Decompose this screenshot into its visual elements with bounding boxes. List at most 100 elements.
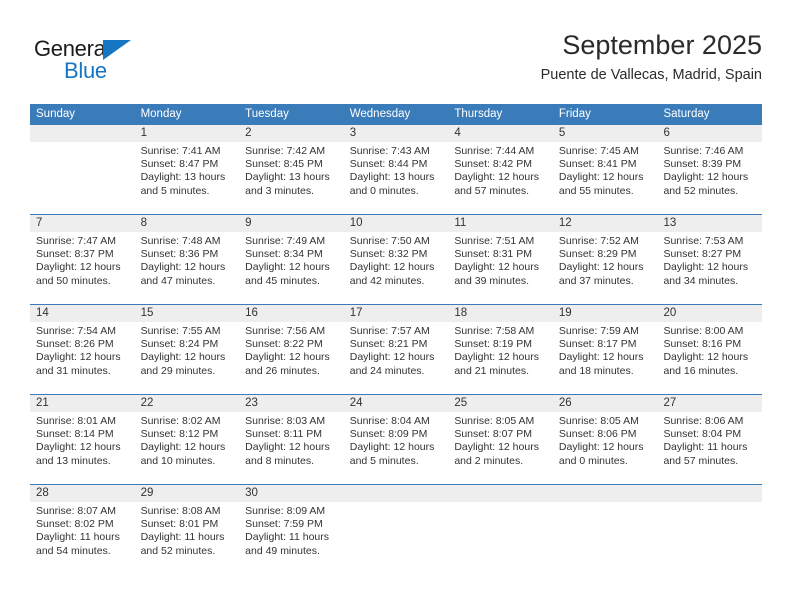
day-number: 5 <box>552 125 658 142</box>
day-details <box>30 142 135 145</box>
sunset-text: Sunset: 8:26 PM <box>36 338 114 351</box>
day-cell[interactable]: 7 Sunrise: 7:47 AM Sunset: 8:37 PM Dayli… <box>30 215 135 304</box>
sunset-text: Sunset: 8:07 PM <box>454 428 532 441</box>
sunrise-text: Sunrise: 7:50 AM <box>349 235 430 247</box>
day-cell[interactable]: 20 Sunrise: 8:00 AM Sunset: 8:16 PM Dayl… <box>657 305 763 394</box>
day-cell[interactable]: 18 Sunrise: 7:58 AM Sunset: 8:19 PM Dayl… <box>448 305 553 394</box>
day-cell[interactable] <box>552 485 658 574</box>
day-cell[interactable] <box>448 485 553 574</box>
day-cell[interactable] <box>30 125 135 214</box>
daylight-text-line2: and 26 minutes. <box>245 364 320 377</box>
daylight-text-line1: Daylight: 12 hours <box>558 261 644 274</box>
sunset-text: Sunset: 8:32 PM <box>349 248 428 261</box>
day-cell[interactable]: 24 Sunrise: 8:04 AM Sunset: 8:09 PM Dayl… <box>343 395 449 484</box>
day-number: 12 <box>552 215 658 232</box>
calendar-week-row: 14 Sunrise: 7:54 AM Sunset: 8:26 PM Dayl… <box>30 304 763 394</box>
day-details: Sunrise: 8:03 AM Sunset: 8:11 PM Dayligh… <box>239 412 344 468</box>
day-cell[interactable]: 10 Sunrise: 7:50 AM Sunset: 8:32 PM Dayl… <box>343 215 449 304</box>
general-blue-logo[interactable]: General Blue <box>34 34 184 90</box>
day-details: Sunrise: 8:08 AM Sunset: 8:01 PM Dayligh… <box>135 502 240 558</box>
day-cell[interactable] <box>343 485 449 574</box>
day-cell[interactable]: 23 Sunrise: 8:03 AM Sunset: 8:11 PM Dayl… <box>239 395 344 484</box>
day-details <box>448 502 553 505</box>
day-cell[interactable] <box>657 485 763 574</box>
day-details: Sunrise: 7:55 AM Sunset: 8:24 PM Dayligh… <box>135 322 240 378</box>
day-cell[interactable]: 27 Sunrise: 8:06 AM Sunset: 8:04 PM Dayl… <box>657 395 763 484</box>
day-number: 4 <box>448 125 553 142</box>
day-details: Sunrise: 7:59 AM Sunset: 8:17 PM Dayligh… <box>553 322 658 378</box>
day-cell[interactable]: 29 Sunrise: 8:08 AM Sunset: 8:01 PM Dayl… <box>134 485 240 574</box>
sunset-text: Sunset: 8:22 PM <box>245 338 323 351</box>
daylight-text-line1: Daylight: 12 hours <box>140 441 226 454</box>
daylight-text-line2: and 54 minutes. <box>36 544 111 557</box>
day-cell[interactable]: 17 Sunrise: 7:57 AM Sunset: 8:21 PM Dayl… <box>343 305 449 394</box>
daylight-text-line1: Daylight: 12 hours <box>454 261 539 274</box>
day-details: Sunrise: 7:51 AM Sunset: 8:31 PM Dayligh… <box>448 232 553 288</box>
day-cell[interactable]: 8 Sunrise: 7:48 AM Sunset: 8:36 PM Dayli… <box>134 215 240 304</box>
sunset-text: Sunset: 8:19 PM <box>454 338 532 351</box>
weekday-header-friday: Friday <box>558 108 591 120</box>
sunrise-text: Sunrise: 7:45 AM <box>558 145 639 157</box>
sunrise-text: Sunrise: 7:44 AM <box>454 145 535 157</box>
day-cell[interactable]: 26 Sunrise: 8:05 AM Sunset: 8:06 PM Dayl… <box>552 395 658 484</box>
daylight-text-line2: and 45 minutes. <box>245 274 320 287</box>
daylight-text-line1: Daylight: 12 hours <box>454 441 539 454</box>
day-details: Sunrise: 7:56 AM Sunset: 8:22 PM Dayligh… <box>239 322 344 378</box>
daylight-text-line2: and 39 minutes. <box>454 274 530 287</box>
day-number: 17 <box>343 305 449 322</box>
daylight-text-line2: and 52 minutes. <box>140 544 216 557</box>
sunset-text: Sunset: 8:17 PM <box>558 338 637 351</box>
day-cell[interactable]: 30 Sunrise: 8:09 AM Sunset: 7:59 PM Dayl… <box>239 485 344 574</box>
sunrise-text: Sunrise: 7:57 AM <box>349 325 430 337</box>
sunset-text: Sunset: 8:41 PM <box>558 158 637 171</box>
day-cell[interactable]: 15 Sunrise: 7:55 AM Sunset: 8:24 PM Dayl… <box>134 305 240 394</box>
day-cell[interactable]: 4 Sunrise: 7:44 AM Sunset: 8:42 PM Dayli… <box>448 125 553 214</box>
day-cell[interactable]: 12 Sunrise: 7:52 AM Sunset: 8:29 PM Dayl… <box>552 215 658 304</box>
day-cell[interactable]: 11 Sunrise: 7:51 AM Sunset: 8:31 PM Dayl… <box>448 215 553 304</box>
day-number: 11 <box>448 215 553 232</box>
day-cell[interactable]: 2 Sunrise: 7:42 AM Sunset: 8:45 PM Dayli… <box>239 125 344 214</box>
weekday-header-monday: Monday <box>140 108 182 120</box>
day-cell[interactable]: 22 Sunrise: 8:02 AM Sunset: 8:12 PM Dayl… <box>134 395 240 484</box>
day-cell[interactable]: 3 Sunrise: 7:43 AM Sunset: 8:44 PM Dayli… <box>343 125 449 214</box>
daylight-text-line1: Daylight: 12 hours <box>454 351 539 364</box>
sunset-text: Sunset: 8:42 PM <box>454 158 532 171</box>
day-number: 6 <box>657 125 763 142</box>
daylight-text-line2: and 24 minutes. <box>349 364 425 377</box>
day-cell[interactable]: 28 Sunrise: 8:07 AM Sunset: 8:02 PM Dayl… <box>30 485 135 574</box>
day-cell[interactable]: 13 Sunrise: 7:53 AM Sunset: 8:27 PM Dayl… <box>657 215 763 304</box>
day-number: 26 <box>552 395 658 412</box>
day-details: Sunrise: 7:52 AM Sunset: 8:29 PM Dayligh… <box>553 232 658 288</box>
daylight-text-line1: Daylight: 11 hours <box>663 441 748 454</box>
daylight-text-line2: and 29 minutes. <box>140 364 216 377</box>
day-cell[interactable]: 14 Sunrise: 7:54 AM Sunset: 8:26 PM Dayl… <box>30 305 135 394</box>
sunrise-text: Sunrise: 7:49 AM <box>245 235 326 247</box>
day-number: 20 <box>657 305 763 322</box>
sunrise-text: Sunrise: 7:56 AM <box>245 325 326 337</box>
day-cell[interactable]: 25 Sunrise: 8:05 AM Sunset: 8:07 PM Dayl… <box>448 395 553 484</box>
daylight-text-line1: Daylight: 12 hours <box>140 351 226 364</box>
daylight-text-line2: and 37 minutes. <box>558 274 634 287</box>
sunset-text: Sunset: 8:21 PM <box>349 338 428 351</box>
daylight-text-line1: Daylight: 12 hours <box>558 441 644 454</box>
day-cell[interactable]: 19 Sunrise: 7:59 AM Sunset: 8:17 PM Dayl… <box>552 305 658 394</box>
sunset-text: Sunset: 8:06 PM <box>558 428 637 441</box>
day-cell[interactable]: 21 Sunrise: 8:01 AM Sunset: 8:14 PM Dayl… <box>30 395 135 484</box>
day-number <box>448 485 553 502</box>
day-number <box>657 485 763 502</box>
day-cell[interactable]: 6 Sunrise: 7:46 AM Sunset: 8:39 PM Dayli… <box>657 125 763 214</box>
day-cell[interactable]: 16 Sunrise: 7:56 AM Sunset: 8:22 PM Dayl… <box>239 305 344 394</box>
sunrise-text: Sunrise: 7:52 AM <box>558 235 639 247</box>
daylight-text-line2: and 21 minutes. <box>454 364 530 377</box>
day-cell[interactable]: 5 Sunrise: 7:45 AM Sunset: 8:41 PM Dayli… <box>552 125 658 214</box>
day-cell[interactable]: 9 Sunrise: 7:49 AM Sunset: 8:34 PM Dayli… <box>239 215 344 304</box>
sunset-text: Sunset: 8:01 PM <box>140 518 219 531</box>
day-details: Sunrise: 7:48 AM Sunset: 8:36 PM Dayligh… <box>135 232 240 288</box>
daylight-text-line1: Daylight: 12 hours <box>140 261 226 274</box>
day-number: 22 <box>134 395 240 412</box>
sunset-text: Sunset: 8:12 PM <box>140 428 219 441</box>
day-cell[interactable]: 1 Sunrise: 7:41 AM Sunset: 8:47 PM Dayli… <box>134 125 240 214</box>
daylight-text-line2: and 18 minutes. <box>558 364 634 377</box>
day-details: Sunrise: 8:09 AM Sunset: 7:59 PM Dayligh… <box>239 502 344 558</box>
daylight-text-line1: Daylight: 12 hours <box>245 261 330 274</box>
